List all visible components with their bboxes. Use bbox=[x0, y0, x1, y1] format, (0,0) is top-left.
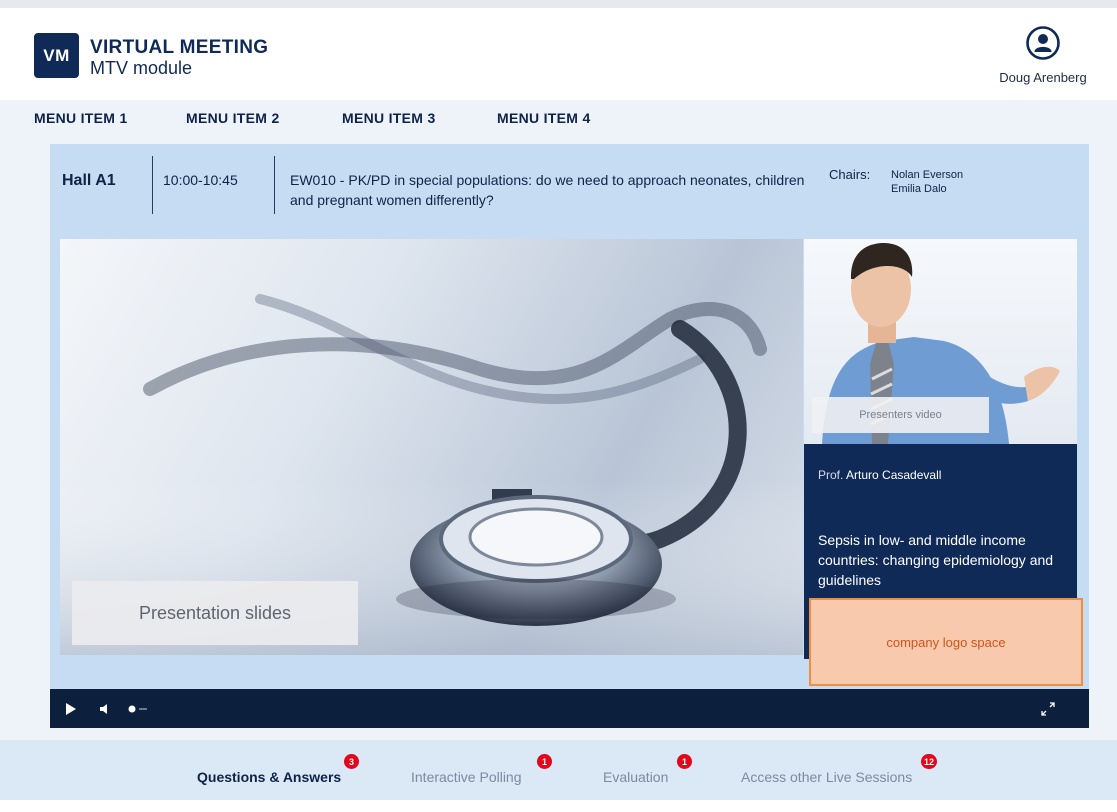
volume-slider-knob bbox=[128, 705, 147, 712]
user-circle-icon[interactable] bbox=[1026, 26, 1060, 60]
brand-subtitle: MTV module bbox=[90, 58, 193, 78]
chairs-list: Nolan Everson Emilia Dalo bbox=[891, 168, 963, 196]
player-controls bbox=[50, 689, 1089, 728]
presenter-name: Prof. Arturo Casadevall bbox=[818, 468, 941, 482]
hall-name: Hall A1 bbox=[62, 172, 116, 189]
header-divider bbox=[152, 156, 153, 214]
tab-evaluation[interactable]: Evaluation 1 bbox=[603, 754, 692, 785]
notification-badge: 3 bbox=[344, 754, 359, 769]
menu-item-4[interactable]: MENU ITEM 4 bbox=[497, 110, 591, 126]
tab-interactive-polling[interactable]: Interactive Polling 1 bbox=[411, 754, 552, 785]
notification-badge: 1 bbox=[677, 754, 692, 769]
menu-item-3[interactable]: MENU ITEM 3 bbox=[342, 110, 436, 126]
play-button[interactable] bbox=[64, 689, 78, 728]
brand-title: VIRTUAL MEETING bbox=[90, 37, 269, 58]
presenter-video-label: Presenters video bbox=[812, 397, 989, 433]
user-name[interactable]: Doug Arenberg bbox=[993, 70, 1093, 85]
presenter-video[interactable]: Presenters video bbox=[804, 239, 1077, 444]
tab-access-other-live-sessions[interactable]: Access other Live Sessions 12 bbox=[741, 754, 938, 785]
chairs-label: Chairs: bbox=[829, 167, 871, 182]
presenter-full-name: Arturo Casadevall bbox=[846, 468, 942, 482]
main-menu: MENU ITEM 1 MENU ITEM 2 MENU ITEM 3 MENU… bbox=[0, 100, 1117, 136]
session-panel: Hall A1 10:00-10:45 EW010 - PK/PD in spe… bbox=[50, 144, 1089, 728]
tab-label: Interactive Polling bbox=[411, 769, 522, 785]
volume-slider[interactable] bbox=[127, 689, 151, 728]
tab-questions-answers[interactable]: Questions & Answers 3 bbox=[197, 754, 359, 785]
footer-strip bbox=[0, 800, 1117, 812]
company-logo-space: company logo space bbox=[809, 598, 1083, 686]
volume-icon bbox=[100, 703, 107, 714]
tab-label: Evaluation bbox=[603, 769, 669, 785]
header-divider bbox=[274, 156, 275, 214]
tab-label: Access other Live Sessions bbox=[741, 769, 913, 785]
session-title: EW010 - PK/PD in special populations: do… bbox=[290, 172, 805, 208]
menu-item-1[interactable]: MENU ITEM 1 bbox=[34, 110, 128, 126]
notification-badge: 12 bbox=[921, 754, 938, 769]
user-profile[interactable]: Doug Arenberg bbox=[993, 26, 1093, 85]
volume-button[interactable] bbox=[99, 689, 111, 728]
presentation-title: Sepsis in low- and middle income countri… bbox=[818, 532, 1054, 588]
fullscreen-icon bbox=[1041, 701, 1055, 716]
chair-name: Nolan Everson bbox=[891, 169, 964, 181]
chair-name: Emilia Dalo bbox=[891, 183, 947, 195]
menu-item-2[interactable]: MENU ITEM 2 bbox=[186, 110, 280, 126]
play-icon bbox=[66, 702, 76, 715]
tab-label: Questions & Answers bbox=[197, 769, 342, 785]
brand-logo[interactable]: VM bbox=[34, 33, 79, 78]
presenter-title-prefix: Prof. bbox=[818, 468, 844, 482]
notification-badge: 1 bbox=[537, 754, 552, 769]
fullscreen-button[interactable] bbox=[1039, 689, 1057, 728]
bottom-tabs: Questions & Answers 3 Interactive Pollin… bbox=[0, 740, 1117, 800]
app-header: VM VIRTUAL MEETING MTV module Doug Arenb… bbox=[0, 0, 1117, 100]
presentation-slides[interactable]: Presentation slides bbox=[60, 239, 803, 655]
session-time: 10:00-10:45 bbox=[163, 172, 238, 188]
slides-label: Presentation slides bbox=[72, 581, 358, 645]
